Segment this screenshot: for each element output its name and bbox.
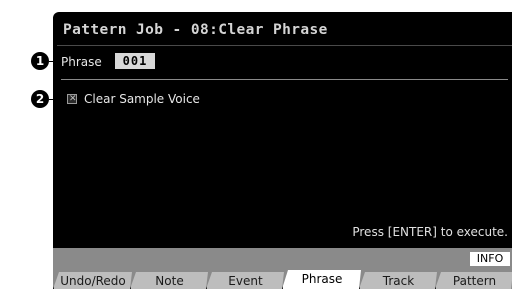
tab-phrase[interactable]: Phrase (282, 270, 361, 289)
tab-track[interactable]: Track (359, 272, 437, 289)
clear-sample-voice-label: Clear Sample Voice (84, 92, 200, 106)
clear-sample-voice-checkbox[interactable]: ✕ (67, 94, 77, 104)
tab-undo-redo[interactable]: Undo/Redo (53, 272, 132, 289)
tab-note[interactable]: Note (130, 272, 208, 289)
section-divider (61, 79, 508, 80)
tab-pattern[interactable]: Pattern (435, 272, 512, 289)
checkbox-cross-icon: ✕ (69, 94, 77, 104)
callout-1: 1 (31, 52, 49, 70)
title-divider (57, 45, 512, 46)
lcd-screen: Pattern Job - 08:Clear Phrase Phrase 001… (53, 12, 512, 289)
phrase-value-field[interactable]: 001 (115, 53, 155, 69)
callout-2: 2 (31, 90, 49, 108)
page-title: Pattern Job - 08:Clear Phrase (63, 22, 328, 38)
info-button[interactable]: INFO (470, 252, 510, 266)
tab-event[interactable]: Event (206, 272, 284, 289)
tab-bar: Undo/Redo Note Event Phrase Track Patter… (53, 271, 512, 289)
phrase-label: Phrase (61, 55, 102, 69)
status-message: Press [ENTER] to execute. (352, 225, 508, 239)
